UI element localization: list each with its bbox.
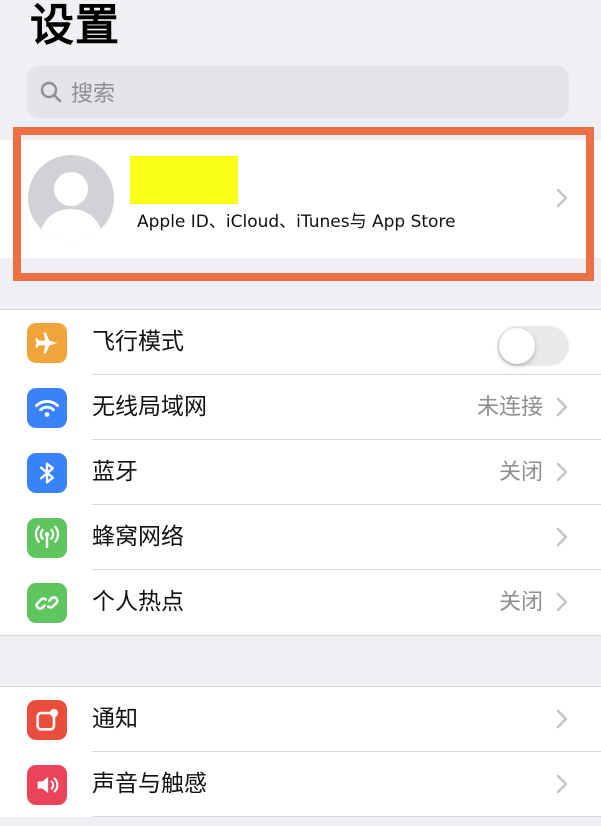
bluetooth-status: 关闭 <box>498 460 543 485</box>
cellular-label: 蜂窝网络 <box>92 524 184 550</box>
apple-id-subtitle: Apple ID、iCloud、iTunes与 App Store <box>137 212 456 232</box>
hotspot-status: 关闭 <box>498 590 543 615</box>
chevron-right-icon <box>555 526 569 548</box>
page-title: 设置 <box>30 0 120 51</box>
airplane-mode-row[interactable]: 飞行模式 <box>0 310 601 375</box>
notifications-row[interactable]: 通知 <box>0 687 601 752</box>
airplane-mode-label: 飞行模式 <box>92 329 184 355</box>
airplane-mode-toggle[interactable] <box>497 326 569 366</box>
speaker-icon <box>27 765 67 805</box>
cellular-row[interactable]: 蜂窝网络 <box>0 505 601 570</box>
notifications-label: 通知 <box>92 706 138 732</box>
redacted-name <box>130 156 238 204</box>
antenna-icon <box>27 518 67 558</box>
wifi-icon <box>27 388 67 428</box>
hotspot-label: 个人热点 <box>92 589 184 615</box>
wifi-label: 无线局域网 <box>92 394 207 420</box>
search-field[interactable]: 搜索 <box>27 66 569 118</box>
sounds-row[interactable]: 声音与触感 <box>0 752 601 817</box>
search-icon <box>39 79 65 105</box>
connectivity-group: 飞行模式 无线局域网 未连接 蓝牙 关闭 蜂窝网络 个人热点 关闭 <box>0 309 601 636</box>
chevron-right-icon <box>555 187 569 209</box>
airplane-icon <box>27 323 67 363</box>
separator <box>92 816 601 817</box>
toggle-knob <box>499 328 535 364</box>
avatar <box>28 155 114 241</box>
notification-icon <box>27 700 67 740</box>
hotspot-row[interactable]: 个人热点 关闭 <box>0 570 601 635</box>
search-placeholder: 搜索 <box>71 82 116 107</box>
chevron-right-icon <box>555 708 569 730</box>
hotspot-link-icon <box>27 583 67 623</box>
chevron-right-icon <box>555 773 569 795</box>
bluetooth-label: 蓝牙 <box>92 459 138 485</box>
wifi-row[interactable]: 无线局域网 未连接 <box>0 375 601 440</box>
wifi-status: 未连接 <box>476 395 543 420</box>
notifications-group: 通知 声音与触感 <box>0 686 601 817</box>
chevron-right-icon <box>555 591 569 613</box>
chevron-right-icon <box>555 396 569 418</box>
bluetooth-row[interactable]: 蓝牙 关闭 <box>0 440 601 505</box>
sounds-label: 声音与触感 <box>92 771 207 797</box>
bluetooth-icon <box>27 453 67 493</box>
chevron-right-icon <box>555 461 569 483</box>
